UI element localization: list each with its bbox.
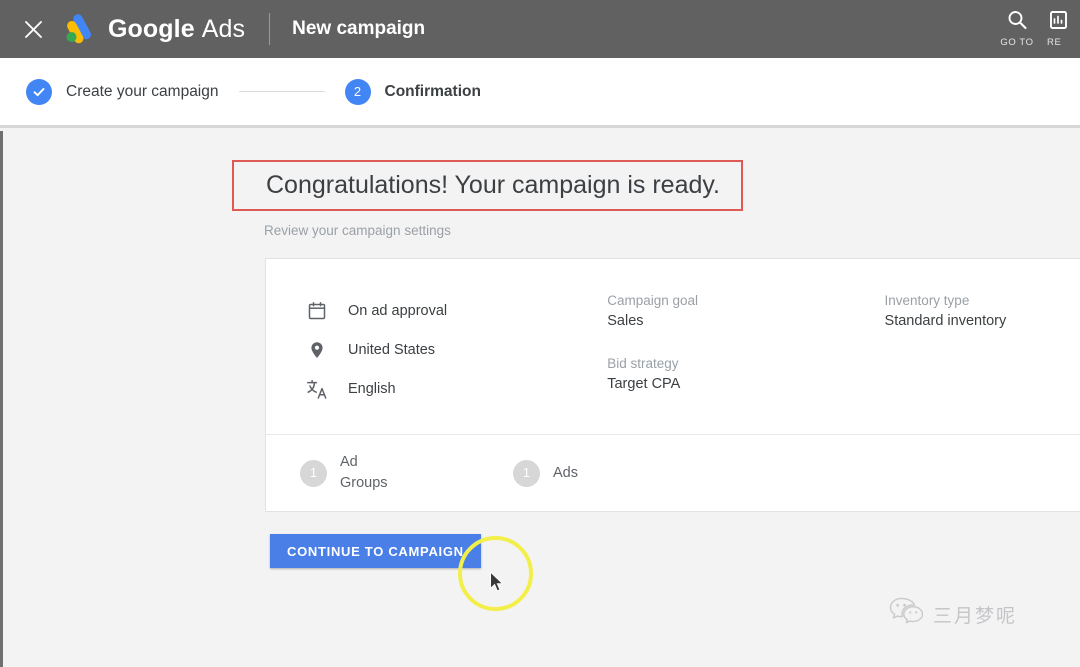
summary-row-location: United States	[304, 330, 607, 369]
step-1-label: Create your campaign	[66, 83, 219, 101]
go-to-button[interactable]: GO TO	[988, 6, 1046, 48]
count-ads-label: Ads	[553, 463, 578, 484]
watermark: 三月梦呢	[889, 597, 1017, 631]
google-ads-logo-icon	[62, 14, 96, 44]
fact-inventory-type: Inventory type Standard inventory	[885, 291, 1080, 332]
content-canvas: Congratulations! Your campaign is ready.…	[0, 131, 1080, 667]
reports-button[interactable]: RE	[1046, 6, 1080, 48]
fact-campaign-goal: Campaign goal Sales	[607, 291, 884, 332]
close-icon	[23, 19, 44, 40]
fact-bid-strategy: Bid strategy Target CPA	[607, 354, 884, 395]
fact-bid-strategy-value: Target CPA	[607, 374, 884, 395]
search-icon	[1006, 6, 1028, 34]
fact-campaign-goal-value: Sales	[607, 311, 884, 332]
step-connector	[239, 91, 325, 92]
step-2-bullet: 2	[345, 79, 371, 105]
reports-label: RE	[1047, 37, 1061, 48]
headline-annotation-box: Congratulations! Your campaign is ready.	[232, 160, 743, 211]
count-ad-groups[interactable]: 1 Ad Groups	[300, 452, 400, 494]
brand-block[interactable]: GoogleAds	[62, 14, 245, 44]
mouse-cursor	[489, 571, 506, 599]
summary-row-language-text: English	[348, 381, 396, 397]
campaign-stepper: Create your campaign 2 Confirmation	[0, 58, 1080, 128]
check-icon	[32, 85, 46, 99]
count-ads-badge: 1	[513, 460, 540, 487]
top-app-bar: GoogleAds New campaign GO TO	[0, 0, 1080, 58]
count-ad-groups-label: Ad Groups	[340, 452, 400, 494]
page-context-title: New campaign	[292, 18, 425, 40]
count-ads[interactable]: 1 Ads	[513, 460, 578, 487]
location-pin-icon	[304, 337, 330, 363]
topbar-divider	[269, 13, 270, 45]
watermark-text: 三月梦呢	[933, 601, 1017, 628]
summary-row-schedule-text: On ad approval	[348, 303, 447, 319]
fact-campaign-goal-label: Campaign goal	[607, 291, 884, 311]
step-confirmation[interactable]: 2 Confirmation	[345, 79, 481, 105]
close-button[interactable]	[18, 14, 48, 44]
summary-facts-middle: Campaign goal Sales Bid strategy Target …	[607, 291, 884, 408]
brand-name-google: Google	[108, 15, 195, 43]
google-ads-new-campaign-screen: GoogleAds New campaign GO TO	[0, 0, 1080, 667]
go-to-label: GO TO	[1000, 37, 1033, 48]
reports-icon	[1047, 6, 1069, 34]
summary-counts-section: 1 Ad Groups 1 Ads	[266, 435, 1080, 511]
wechat-icon	[889, 597, 923, 631]
brand-name: GoogleAds	[108, 15, 245, 44]
calendar-icon	[304, 298, 330, 324]
topbar-actions: GO TO RE	[988, 0, 1080, 58]
summary-row-schedule: On ad approval	[304, 291, 607, 330]
page-title: Congratulations! Your campaign is ready.	[266, 171, 720, 200]
summary-row-location-text: United States	[348, 342, 435, 358]
summary-facts-right: Inventory type Standard inventory	[885, 291, 1080, 408]
campaign-summary-card: On ad approval United States	[265, 258, 1080, 512]
count-ad-groups-badge: 1	[300, 460, 327, 487]
summary-icon-column: On ad approval United States	[266, 291, 607, 408]
fact-inventory-type-value: Standard inventory	[885, 311, 1080, 332]
cursor-arrow-icon	[489, 571, 506, 594]
step-create-your-campaign[interactable]: Create your campaign	[26, 79, 219, 105]
page-subtitle: Review your campaign settings	[264, 223, 451, 238]
continue-to-campaign-button[interactable]: CONTINUE TO CAMPAIGN	[270, 534, 481, 568]
fact-bid-strategy-label: Bid strategy	[607, 354, 884, 374]
translate-icon	[304, 376, 330, 402]
summary-top-section: On ad approval United States	[266, 259, 1080, 434]
step-1-bullet	[26, 79, 52, 105]
step-2-label: Confirmation	[385, 83, 481, 101]
brand-name-ads: Ads	[202, 15, 245, 43]
fact-inventory-type-label: Inventory type	[885, 291, 1080, 311]
summary-row-language: English	[304, 369, 607, 408]
